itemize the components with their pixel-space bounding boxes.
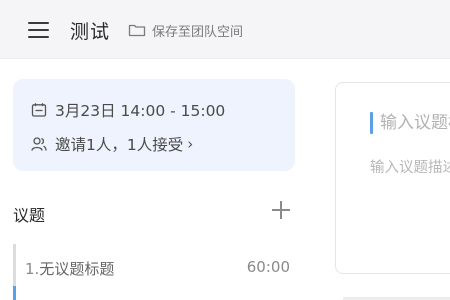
agenda-item-title: 1.无议题标题 [25, 258, 114, 279]
agenda-item-bar [13, 244, 16, 286]
add-agenda-plus-icon[interactable] [272, 201, 290, 219]
chevron-right-icon: › [187, 135, 194, 153]
calendar-icon [31, 103, 47, 117]
invite-row[interactable]: 邀请1人，1人接受 › [31, 133, 193, 155]
agenda-item-title-text: 无议题标题 [39, 260, 115, 278]
agenda-title-input[interactable] [380, 112, 450, 134]
folder-icon [128, 24, 146, 37]
meeting-time-row[interactable]: 3月23日 14:00 - 15:00 [31, 99, 225, 121]
agenda-item-duration: 60:00 [246, 258, 290, 276]
agenda-label: 议题 [13, 206, 46, 225]
save-to-team-button[interactable]: 保存至团队空间 [128, 20, 243, 40]
agenda-item-number: 1. [25, 260, 40, 278]
agenda-description-input[interactable] [370, 158, 450, 178]
page-title: 测试 [70, 21, 111, 43]
menu-icon[interactable] [28, 22, 49, 38]
agenda-editor-panel [335, 82, 450, 274]
meeting-info-card: 3月23日 14:00 - 15:00 邀请1人，1人接受 › [13, 79, 295, 171]
app-root: 测试 保存至团队空间 3月23日 14:00 - 15:00 邀请1人，1人接受… [0, 0, 450, 300]
agenda-item[interactable]: 1.无议题标题 60:00 [13, 244, 295, 300]
agenda-item-active-indicator [13, 286, 16, 300]
top-bar: 测试 保存至团队空间 [0, 0, 450, 59]
editor-title-accent [370, 112, 373, 134]
invite-text: 邀请1人，1人接受 [55, 136, 184, 154]
save-to-team-label: 保存至团队空间 [152, 24, 244, 40]
meeting-time: 3月23日 14:00 - 15:00 [55, 102, 226, 120]
people-icon [31, 137, 47, 151]
